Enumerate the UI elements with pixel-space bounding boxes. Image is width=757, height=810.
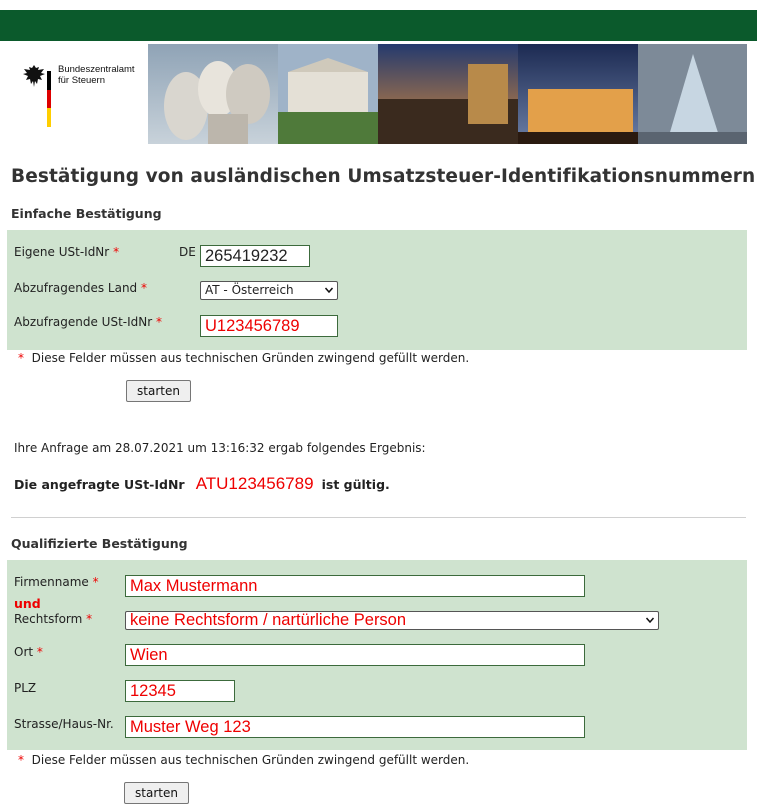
own-vat-input[interactable]: 265419232 (200, 245, 310, 267)
city-input[interactable]: Wien (125, 644, 585, 666)
german-flag-stripe (47, 71, 51, 127)
legal-form-select-value: keine Rechtsform / nartürliche Person (130, 611, 407, 629)
required-marker: * (141, 281, 148, 295)
zip-label: PLZ (14, 681, 37, 695)
country-select[interactable]: AT - Österreich (200, 281, 338, 300)
required-marker: * (156, 315, 162, 329)
result-prefix: Die angefragte USt-IdNr (14, 477, 185, 492)
and-label: und (14, 596, 41, 611)
required-marker: * (36, 645, 43, 659)
own-vat-label: Eigene USt-IdNr * (14, 245, 120, 259)
city-label: Ort * (14, 645, 43, 659)
federal-eagle-icon (23, 65, 45, 87)
logo-line-1: Bundeszentralamt (58, 64, 135, 75)
own-vat-prefix: DE (179, 245, 196, 259)
section-divider (11, 517, 746, 518)
company-label: Firmenname * (14, 575, 99, 589)
required-note-qualified: * Diese Felder müssen aus technischen Gr… (18, 753, 470, 767)
legal-form-select[interactable]: keine Rechtsform / nartürliche Person (125, 611, 659, 630)
required-marker: * (86, 612, 93, 626)
logo-line-2: für Steuern (58, 75, 105, 86)
start-simple-button[interactable]: starten (126, 380, 191, 402)
zip-input[interactable]: 12345 (125, 680, 235, 702)
result-suffix: ist gültig. (321, 477, 390, 492)
chevron-down-icon (325, 287, 333, 294)
start-qualified-button[interactable]: starten (124, 782, 189, 804)
result-query-line: Ihre Anfrage am 28.07.2021 um 13:16:32 e… (14, 441, 426, 455)
result-line: Die angefragte USt-IdNr ATU123456789 ist… (14, 474, 390, 494)
query-vat-label: Abzufragende USt-IdNr * (14, 315, 162, 329)
simple-section-heading: Einfache Bestätigung (11, 206, 162, 221)
header-banner-image (148, 44, 747, 144)
logo-text: Bundeszentralamt für Steuern (58, 64, 135, 86)
country-select-value: AT - Österreich (205, 283, 294, 297)
company-input[interactable]: Max Mustermann (125, 575, 585, 597)
qualified-section-heading: Qualifizierte Bestätigung (11, 536, 188, 551)
required-marker: * (113, 245, 120, 259)
country-label: Abzufragendes Land * (14, 281, 148, 295)
result-vat: ATU123456789 (195, 474, 314, 493)
query-vat-input[interactable]: U123456789 (200, 315, 338, 337)
chevron-down-icon (646, 617, 654, 624)
required-note: * Diese Felder müssen aus technischen Gr… (18, 351, 470, 365)
street-label: Strasse/Haus-Nr. (14, 717, 114, 731)
page-title: Bestätigung von ausländischen Umsatzsteu… (11, 166, 756, 187)
required-marker: * (92, 575, 99, 589)
street-input[interactable]: Muster Weg 123 (125, 716, 585, 738)
top-green-bar (0, 10, 757, 41)
legal-form-label: Rechtsform * (14, 612, 93, 626)
bzst-logo[interactable]: Bundeszentralamt für Steuern (12, 44, 146, 144)
